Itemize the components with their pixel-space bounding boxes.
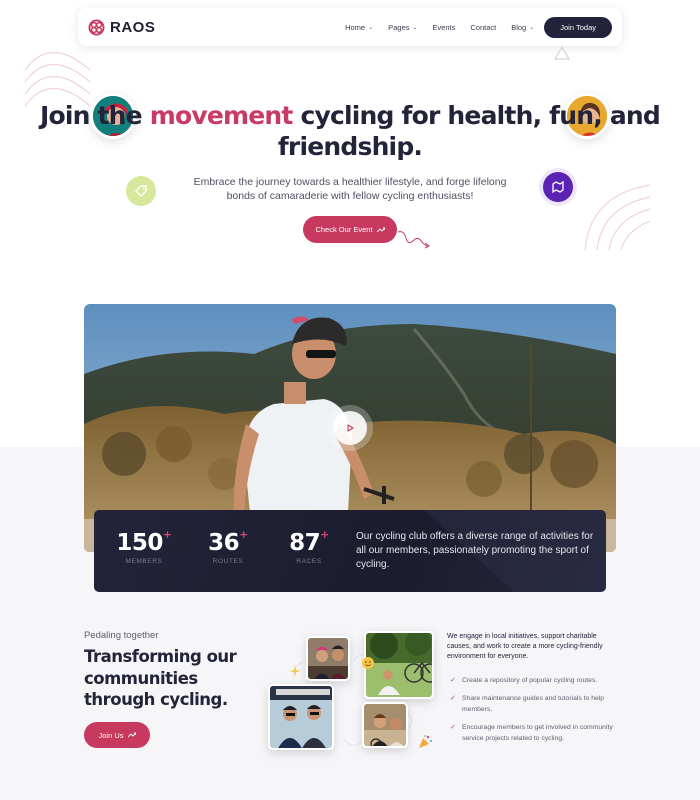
decorative-lines-right <box>584 184 651 251</box>
check-icon: ✓ <box>450 677 456 684</box>
riders-image <box>270 686 332 748</box>
hero-title: Join the movement cycling for health, fu… <box>0 100 700 162</box>
navbar: RAOS Home ⌄ Pages ⌄ Events Contact Blog ⌄ J… <box>78 8 622 46</box>
hero-title-part: Join the <box>39 101 150 130</box>
map-badge-icon <box>543 172 573 202</box>
stat-label: ROUTES <box>212 558 244 565</box>
tag-badge-icon <box>126 176 156 206</box>
hero-title-part: cycling for health, fun, and friendship. <box>277 101 661 161</box>
nav-item-label: Home <box>345 22 366 32</box>
chevron-down-icon: ⌄ <box>412 24 418 31</box>
check-icon: ✓ <box>450 724 456 731</box>
stat-value: 150+ <box>104 528 184 556</box>
stat-value: 87+ <box>269 528 349 556</box>
cyclists-group-image <box>308 638 348 679</box>
nav-item-pages[interactable]: Pages ⌄ <box>388 23 417 32</box>
community-intro: We engage in local initiatives, support … <box>447 633 603 660</box>
stat-number: 87 <box>289 530 321 556</box>
list-item-text: Create a repository of popular cycling r… <box>462 677 598 684</box>
decorative-lines-left <box>24 51 91 107</box>
nav-item-label: Blog <box>511 22 527 32</box>
park-rest-image <box>366 633 432 697</box>
stat-value: 36+ <box>188 528 268 556</box>
logo-text: RAOS <box>110 18 156 36</box>
stat-routes: 36+ ROUTES <box>188 528 268 565</box>
community-checklist: ✓ Create a repository of popular cycling … <box>450 675 620 751</box>
chevron-down-icon: ⌄ <box>368 24 374 31</box>
list-item: ✓ Encourage members to get involved in co… <box>450 722 620 744</box>
join-us-label: Join Us <box>98 730 124 740</box>
play-icon <box>347 424 354 432</box>
chevron-down-icon: ⌄ <box>529 24 535 31</box>
hero-subtitle: Embrace the journey towards a healthier … <box>193 176 507 202</box>
hero-title-accent: movement <box>149 101 294 130</box>
stat-suffix: + <box>239 528 248 541</box>
nav-item-label: Contact <box>470 22 497 32</box>
nav-item-label: Events <box>432 22 456 32</box>
stat-suffix: + <box>320 528 329 541</box>
stats-description: Our cycling club offers a diverse range … <box>356 531 594 570</box>
list-item: ✓ Create a repository of popular cycling … <box>450 675 620 686</box>
list-item-text: Encourage members to get involved in com… <box>462 724 613 742</box>
join-today-button[interactable]: Join Today <box>544 16 612 38</box>
video-play-button[interactable] <box>333 411 367 445</box>
nav-item-home[interactable]: Home ⌄ <box>345 23 373 32</box>
section-eyebrow: Pedaling together <box>84 630 159 641</box>
join-us-button[interactable]: Join Us <box>84 722 150 748</box>
section-title: Transforming our communities through cyc… <box>84 647 237 709</box>
squiggle-arrow-decoration <box>397 231 430 249</box>
gallery-photo-bike-friends <box>362 702 408 748</box>
list-item-text: Share maintenance guides and tutorials t… <box>462 695 605 713</box>
main-menu: Home ⌄ Pages ⌄ Events Contact Blog ⌄ <box>345 23 534 32</box>
party-popper-icon <box>419 735 432 748</box>
gallery-photo-cyclists-group <box>306 636 350 681</box>
stat-suffix: + <box>162 528 172 541</box>
stats-panel: 150+ MEMBERS 36+ ROUTES 87+ RACES Our cy… <box>94 510 606 592</box>
check-icon: ✓ <box>450 695 456 702</box>
check-event-label: Check Our Event <box>315 225 373 234</box>
nav-item-contact[interactable]: Contact <box>470 23 496 32</box>
check-event-button[interactable]: Check Our Event <box>303 216 397 243</box>
nav-item-label: Pages <box>388 22 410 32</box>
sparkle-icon <box>289 665 301 677</box>
bike-friends-image <box>364 704 406 746</box>
stat-number: 150 <box>116 530 163 556</box>
stat-label: RACES <box>296 558 322 565</box>
stat-label: MEMBERS <box>125 558 163 565</box>
arrow-trend-icon <box>376 227 385 232</box>
nav-item-blog[interactable]: Blog ⌄ <box>511 23 534 32</box>
list-item: ✓ Share maintenance guides and tutorials … <box>450 693 620 715</box>
stat-races: 87+ RACES <box>269 528 349 565</box>
emoji-icon <box>362 657 374 669</box>
triangle-decoration <box>554 46 570 60</box>
stat-members: 150+ MEMBERS <box>104 528 184 565</box>
arrow-trend-icon <box>127 732 136 738</box>
stat-number: 36 <box>208 530 240 556</box>
gallery-photo-riders <box>268 684 334 750</box>
nav-item-events[interactable]: Events <box>432 23 455 32</box>
